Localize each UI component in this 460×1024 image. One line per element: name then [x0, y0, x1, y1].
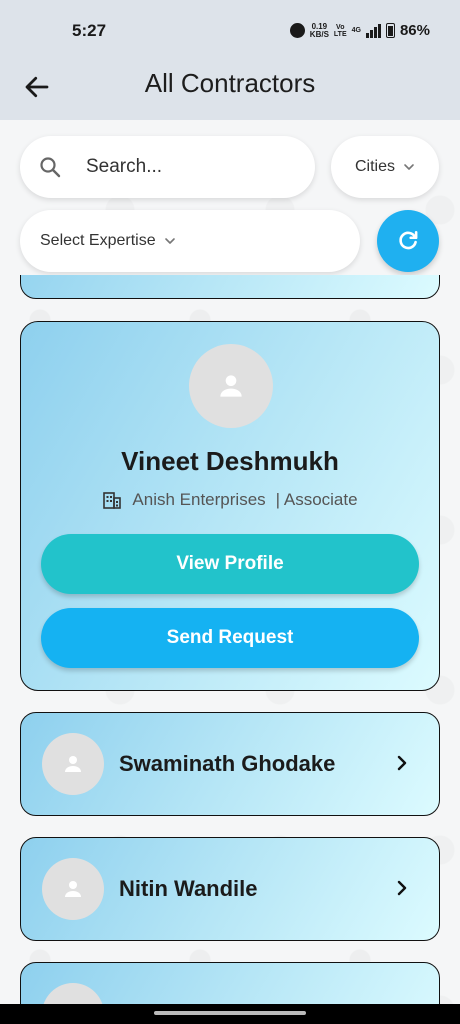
role-label: | Associate: [275, 490, 358, 509]
search-input[interactable]: [86, 152, 296, 182]
contractor-card-partial[interactable]: [20, 275, 440, 299]
featured-contractor-card: Vineet Deshmukh Anish Enterprises | Asso…: [20, 321, 440, 691]
battery-percentage: 86%: [399, 22, 430, 39]
person-icon: [220, 375, 242, 397]
person-icon: [65, 756, 81, 772]
network-speed-unit: KB/S: [309, 29, 329, 39]
expertise-label: Select Expertise: [40, 232, 156, 249]
signal-icon: [365, 23, 381, 38]
system-navigation-bar: [0, 1004, 460, 1024]
avatar: [42, 983, 104, 1004]
cities-dropdown[interactable]: Cities: [331, 136, 439, 198]
send-request-button[interactable]: Send Request: [41, 608, 419, 668]
volte-bottom: LTE: [333, 30, 347, 38]
volte-top: Vo: [336, 23, 345, 31]
cities-label: Cities: [354, 158, 395, 175]
refresh-button[interactable]: [377, 210, 439, 272]
contractor-name: Vineet Deshmukh: [121, 446, 339, 476]
status-time: 5:27: [72, 21, 107, 40]
avatar: [42, 858, 104, 920]
contractor-list[interactable]: Vineet Deshmukh Anish Enterprises | Asso…: [0, 275, 460, 1004]
contractor-card-partial[interactable]: [20, 962, 440, 1004]
app-bar: All Contractors: [0, 60, 460, 120]
chevron-down-icon: [404, 164, 414, 170]
chevron-down-icon: [164, 238, 175, 244]
home-gesture-handle[interactable]: [154, 1011, 306, 1015]
avatar: [42, 733, 104, 795]
search-icon: [40, 157, 61, 178]
chevron-right-icon: [397, 880, 407, 896]
chevron-right-icon: [397, 755, 407, 771]
status-indicators: 0.19 KB/S Vo LTE 4G 86%: [289, 22, 430, 39]
expertise-dropdown[interactable]: Select Expertise: [20, 210, 360, 272]
building-icon: [103, 492, 122, 509]
refresh-icon: [399, 231, 418, 250]
view-profile-button[interactable]: View Profile: [41, 534, 419, 594]
contractor-name: Swaminath Ghodake: [119, 751, 336, 776]
contractor-name: Nitin Wandile: [119, 876, 258, 901]
alarm-icon: [289, 23, 305, 38]
search-box[interactable]: [20, 136, 315, 198]
battery-icon: [385, 23, 395, 38]
network-speed: 0.19 KB/S: [309, 22, 329, 39]
company-name: Anish Enterprises: [132, 490, 266, 509]
company-info: Anish Enterprises | Associate: [21, 490, 439, 510]
contractor-card[interactable]: Swaminath Ghodake: [20, 712, 440, 816]
page-title: All Contractors: [144, 68, 316, 98]
avatar: [189, 344, 273, 428]
contractor-card[interactable]: Nitin Wandile: [20, 837, 440, 941]
network-type: 4G: [351, 27, 361, 34]
person-icon: [65, 881, 81, 897]
status-bar: 5:27 0.19 KB/S Vo LTE 4G 86%: [0, 0, 460, 60]
volte-indicator: Vo LTE: [334, 24, 347, 38]
